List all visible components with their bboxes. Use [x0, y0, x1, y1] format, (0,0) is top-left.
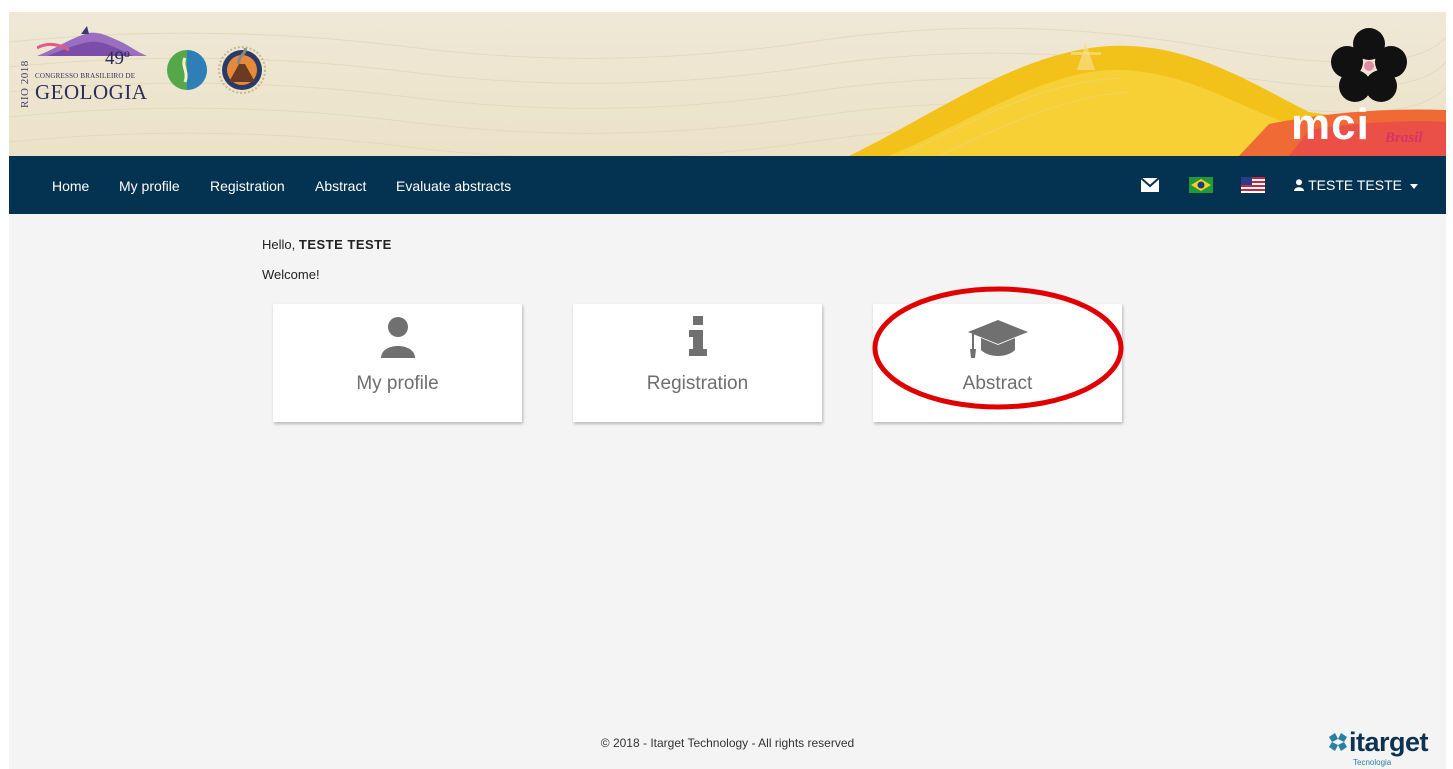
registration-card-label: Registration: [646, 373, 749, 394]
nav-home[interactable]: Home: [52, 156, 89, 214]
congress-mountain-graphic: [37, 26, 147, 56]
user-menu-dropdown[interactable]: TESTE TESTE: [1294, 156, 1418, 214]
brazil-flag-icon[interactable]: [1189, 156, 1213, 214]
congress-logo: RIO 2018 49º CONGRESSO BRASILEIRO DE GEO…: [19, 26, 159, 108]
page-frame: RIO 2018 49º CONGRESSO BRASILEIRO DE GEO…: [9, 12, 1446, 769]
info-icon: [688, 316, 707, 356]
itarget-mark-icon: [1329, 733, 1347, 751]
chevron-down-icon: [1410, 183, 1418, 189]
partner-logo-green-icon: [167, 50, 207, 90]
event-subtitle: CONGRESSO BRASILEIRO DE: [35, 72, 136, 80]
nav-evaluate-abstracts[interactable]: Evaluate abstracts: [396, 156, 511, 214]
welcome-text: Welcome!: [262, 267, 320, 282]
sponsor-sublabel: Brasil: [1385, 130, 1423, 146]
itarget-tagline: Tecnologia: [1353, 758, 1392, 767]
user-icon: [1294, 179, 1305, 191]
itarget-logo-text: itarget: [1349, 727, 1429, 757]
partner-logo-volcano-icon: [218, 46, 266, 94]
nav-registration[interactable]: Registration: [210, 156, 285, 214]
greeting: Hello, TESTE TESTE: [262, 237, 392, 252]
user-name: TESTE TESTE: [1308, 177, 1402, 193]
registration-card[interactable]: Registration: [573, 304, 822, 422]
usa-flag-icon[interactable]: [1241, 156, 1265, 214]
itarget-logo: itarget Tecnologia: [1327, 727, 1429, 767]
sponsor-logo-text: mci: [1291, 100, 1370, 149]
greeting-prefix: Hello,: [262, 237, 296, 252]
my-profile-card[interactable]: My profile: [273, 304, 522, 422]
header-banner: RIO 2018 49º CONGRESSO BRASILEIRO DE GEO…: [9, 12, 1446, 156]
user-icon: [380, 317, 415, 358]
footer-copyright: © 2018 - Itarget Technology - All rights…: [600, 736, 855, 750]
abstract-card[interactable]: Abstract: [873, 304, 1122, 422]
envelope-icon[interactable]: [1141, 156, 1159, 214]
abstract-card-label: Abstract: [962, 373, 1033, 394]
event-number: 49º: [105, 48, 130, 69]
greeting-user-name: TESTE TESTE: [298, 237, 392, 252]
graduation-cap-icon: [967, 320, 1028, 358]
nav-abstract[interactable]: Abstract: [315, 156, 366, 214]
event-year-text: RIO 2018: [19, 60, 31, 108]
top-navbar: Home My profile Registration Abstract Ev…: [9, 156, 1446, 214]
nav-my-profile[interactable]: My profile: [119, 156, 180, 214]
event-name: GEOLOGIA: [35, 80, 148, 104]
my-profile-card-label: My profile: [356, 373, 439, 394]
